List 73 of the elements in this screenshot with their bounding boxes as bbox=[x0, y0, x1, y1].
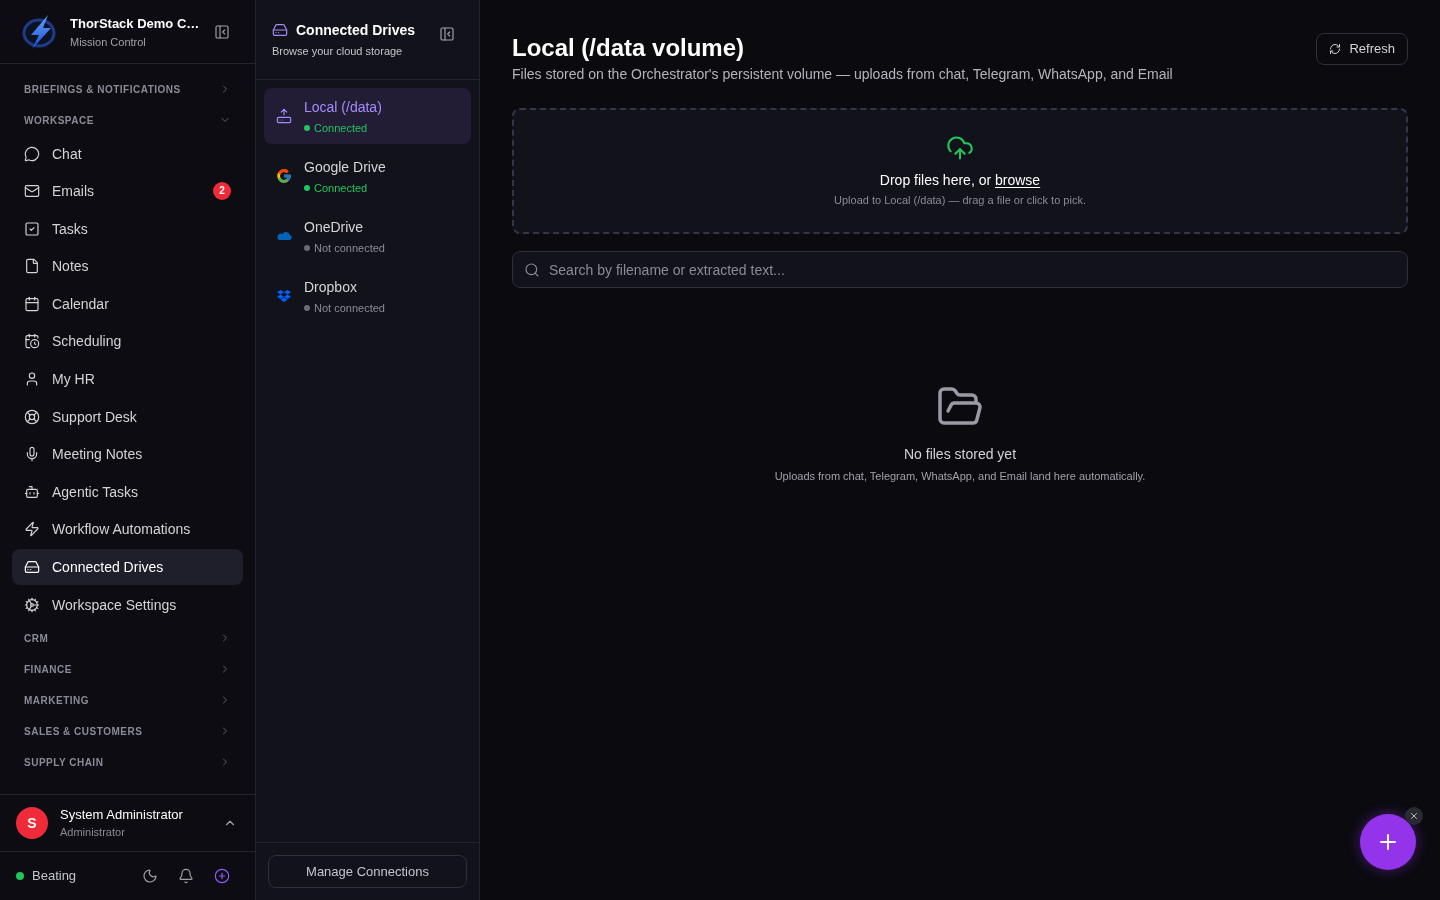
refresh-button[interactable]: Refresh bbox=[1316, 33, 1408, 65]
nav-item[interactable]: Calendar bbox=[12, 285, 243, 322]
nav-item[interactable]: Chat bbox=[12, 135, 243, 172]
drive-item[interactable]: Google Drive Connected bbox=[264, 148, 471, 204]
hard-drive-icon bbox=[272, 22, 288, 38]
page-title: Local (/data volume) bbox=[512, 33, 746, 63]
drive-item[interactable]: OneDrive Not connected bbox=[264, 208, 471, 264]
checked-box-icon bbox=[24, 220, 40, 237]
nav-item[interactable]: Workspace Settings bbox=[12, 586, 243, 623]
moon-icon[interactable] bbox=[142, 868, 158, 884]
chat-bubble-icon bbox=[24, 145, 40, 162]
drop-instruction: Drop files here, or browse bbox=[879, 171, 1041, 190]
user-name: System Administrator bbox=[60, 806, 184, 824]
cloud-upload-icon bbox=[946, 134, 974, 162]
lifebuoy-icon bbox=[24, 408, 40, 425]
lightning-icon bbox=[24, 521, 40, 538]
nav-item[interactable]: Support Desk bbox=[12, 398, 243, 435]
nav-item[interactable]: My HR bbox=[12, 361, 243, 398]
hard-drive-upload-icon bbox=[276, 108, 292, 124]
page-subtitle: Files stored on the Orchestrator's persistent volume — uploads from chat, Telegram, WhatsApp, and Email bbox=[512, 65, 1173, 84]
upload-dropzone[interactable]: Drop files here, or browse Upload to Local (/data) — drag a file or click to pick. bbox=[512, 108, 1408, 234]
refresh-icon bbox=[1329, 43, 1342, 55]
brand-subtitle: Mission Control bbox=[70, 34, 147, 50]
status-label: Beating bbox=[32, 867, 77, 886]
cloud-icon bbox=[276, 231, 292, 241]
google-g-icon bbox=[276, 168, 292, 184]
section-header[interactable]: BRIEFINGS & NOTIFICATIONS bbox=[12, 73, 243, 105]
section-header[interactable]: FINANCE bbox=[12, 653, 243, 685]
close-button[interactable] bbox=[1405, 807, 1423, 825]
panel-title: Connected Drives bbox=[296, 21, 416, 40]
document-icon bbox=[24, 258, 40, 275]
robot-icon bbox=[24, 483, 40, 500]
drive-item[interactable]: Dropbox Not connected bbox=[264, 268, 471, 324]
upload-hint: Upload to Local (/data) — drag a file or click to pick. bbox=[834, 193, 1086, 208]
section-header[interactable]: SUPPLY CHAIN bbox=[12, 746, 243, 778]
nav-item[interactable]: Emails 2 bbox=[12, 173, 243, 210]
search-field[interactable]: Search by filename or extracted text... bbox=[512, 251, 1408, 288]
person-icon bbox=[24, 371, 40, 388]
nav-item[interactable]: Tasks bbox=[12, 210, 243, 247]
bell-icon[interactable] bbox=[178, 868, 194, 884]
section-header[interactable]: WORKSPACE bbox=[12, 104, 243, 136]
brand-title: ThorStack Demo C… bbox=[70, 14, 201, 33]
nav-item[interactable]: Scheduling bbox=[12, 323, 243, 360]
section-header[interactable]: CRM bbox=[12, 622, 243, 654]
envelope-icon bbox=[24, 183, 40, 200]
section-header[interactable]: SALES & CUSTOMERS bbox=[12, 715, 243, 747]
close-icon bbox=[1409, 811, 1419, 821]
panel-collapse-icon[interactable] bbox=[439, 26, 455, 42]
add-button[interactable] bbox=[1360, 814, 1416, 870]
nav-item[interactable]: Meeting Notes bbox=[12, 436, 243, 473]
avatar: S bbox=[16, 807, 48, 839]
calendar-clock-icon bbox=[24, 333, 40, 350]
gear-icon bbox=[24, 596, 40, 613]
empty-state-title: No files stored yet bbox=[903, 445, 1017, 464]
section-header[interactable]: MARKETING bbox=[12, 684, 243, 716]
open-box-icon bbox=[277, 289, 291, 303]
panel-subtitle: Browse your cloud storage bbox=[272, 44, 404, 59]
browse-link[interactable]: browse bbox=[995, 172, 1041, 188]
calendar-icon bbox=[24, 295, 40, 312]
add-circle-icon[interactable] bbox=[214, 868, 230, 884]
drive-item[interactable]: Local (/data) Connected bbox=[264, 88, 471, 144]
nav-item[interactable]: Agentic Tasks bbox=[12, 473, 243, 510]
nav-item[interactable]: Workflow Automations bbox=[12, 511, 243, 548]
manage-connections-button[interactable]: Manage Connections bbox=[268, 855, 467, 888]
unread-count: 2 bbox=[213, 182, 231, 201]
user-role: Administrator bbox=[60, 825, 126, 840]
microphone-icon bbox=[24, 446, 40, 463]
sidebar-collapse-icon[interactable] bbox=[214, 23, 230, 40]
nav-item[interactable]: Notes bbox=[12, 248, 243, 285]
search-icon bbox=[524, 261, 540, 278]
hard-drive-icon bbox=[24, 559, 40, 576]
empty-state-text: Uploads from chat, Telegram, WhatsApp, and Email land here automatically. bbox=[774, 469, 1146, 484]
nav-item[interactable]: Connected Drives bbox=[12, 549, 243, 586]
